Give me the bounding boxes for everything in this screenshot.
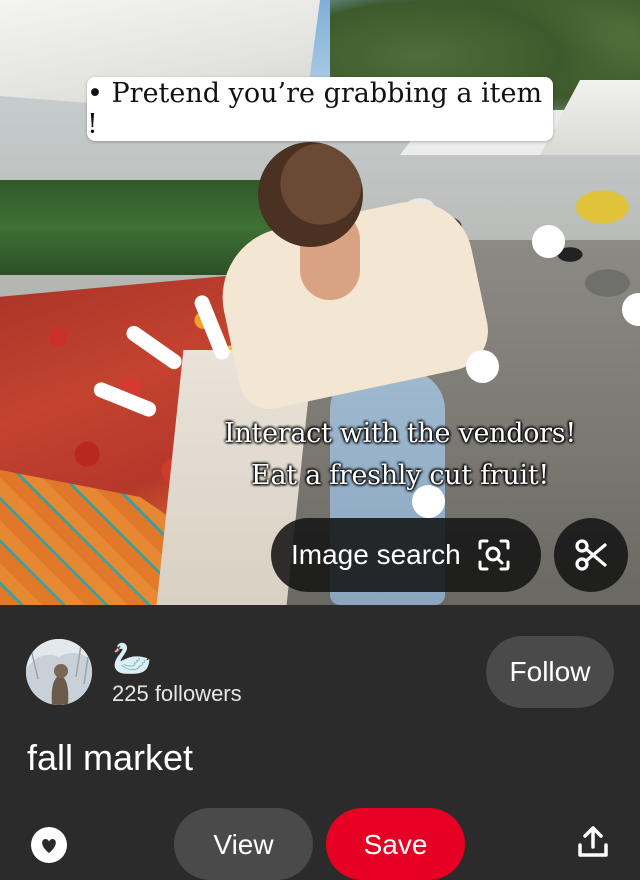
pin-image[interactable]: • Pretend you’re grabbing a item ! Inter… xyxy=(0,0,640,605)
scissors-icon xyxy=(575,539,607,571)
save-button[interactable]: Save xyxy=(326,808,465,880)
heart-icon[interactable] xyxy=(30,826,68,864)
overlay-text-fruit: Eat a freshly cut fruit! xyxy=(251,460,549,491)
decor-dot xyxy=(532,225,565,258)
image-search-label: Image search xyxy=(291,539,461,570)
caption-bubble: • Pretend you’re grabbing a item ! xyxy=(87,77,553,141)
person-head xyxy=(258,142,363,247)
share-icon[interactable] xyxy=(576,825,610,859)
creator-avatar[interactable] xyxy=(26,639,92,705)
image-search-icon xyxy=(478,539,510,571)
creator-name[interactable]: 🦢 xyxy=(112,642,152,674)
crop-button[interactable] xyxy=(554,518,628,592)
image-search-button[interactable]: Image search xyxy=(271,518,541,592)
pin-title: fall market xyxy=(27,737,194,778)
view-button[interactable]: View xyxy=(174,808,313,880)
follow-button[interactable]: Follow xyxy=(486,636,614,708)
follower-count: 225 followers xyxy=(112,681,242,706)
overlay-text-vendors: Interact with the vendors! xyxy=(224,418,576,449)
decor-dot xyxy=(466,350,499,383)
avatar-image xyxy=(26,639,92,705)
